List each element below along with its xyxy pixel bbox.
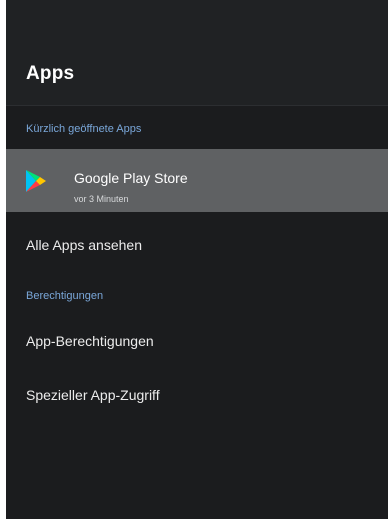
section-header-permissions: Berechtigungen: [26, 290, 104, 302]
app-permissions-item[interactable]: App-Berechtigungen: [26, 333, 154, 349]
section-header-recent-apps: Kürzlich geöffnete Apps: [26, 123, 142, 135]
apps-settings-panel: Apps Kürzlich geöffnete Apps Google Play…: [6, 0, 388, 519]
google-play-store-icon: [26, 170, 46, 192]
header: Apps: [6, 0, 388, 105]
app-last-opened: vor 3 Minuten: [74, 194, 129, 204]
page-title: Apps: [26, 63, 75, 84]
recent-app-item-google-play-store[interactable]: Google Play Store vor 3 Minuten: [6, 149, 388, 212]
app-name: Google Play Store: [74, 170, 188, 186]
settings-list: Kürzlich geöffnete Apps Google Play Stor…: [6, 106, 388, 519]
special-app-access-item[interactable]: Spezieller App-Zugriff: [26, 387, 160, 403]
see-all-apps-item[interactable]: Alle Apps ansehen: [26, 237, 142, 253]
